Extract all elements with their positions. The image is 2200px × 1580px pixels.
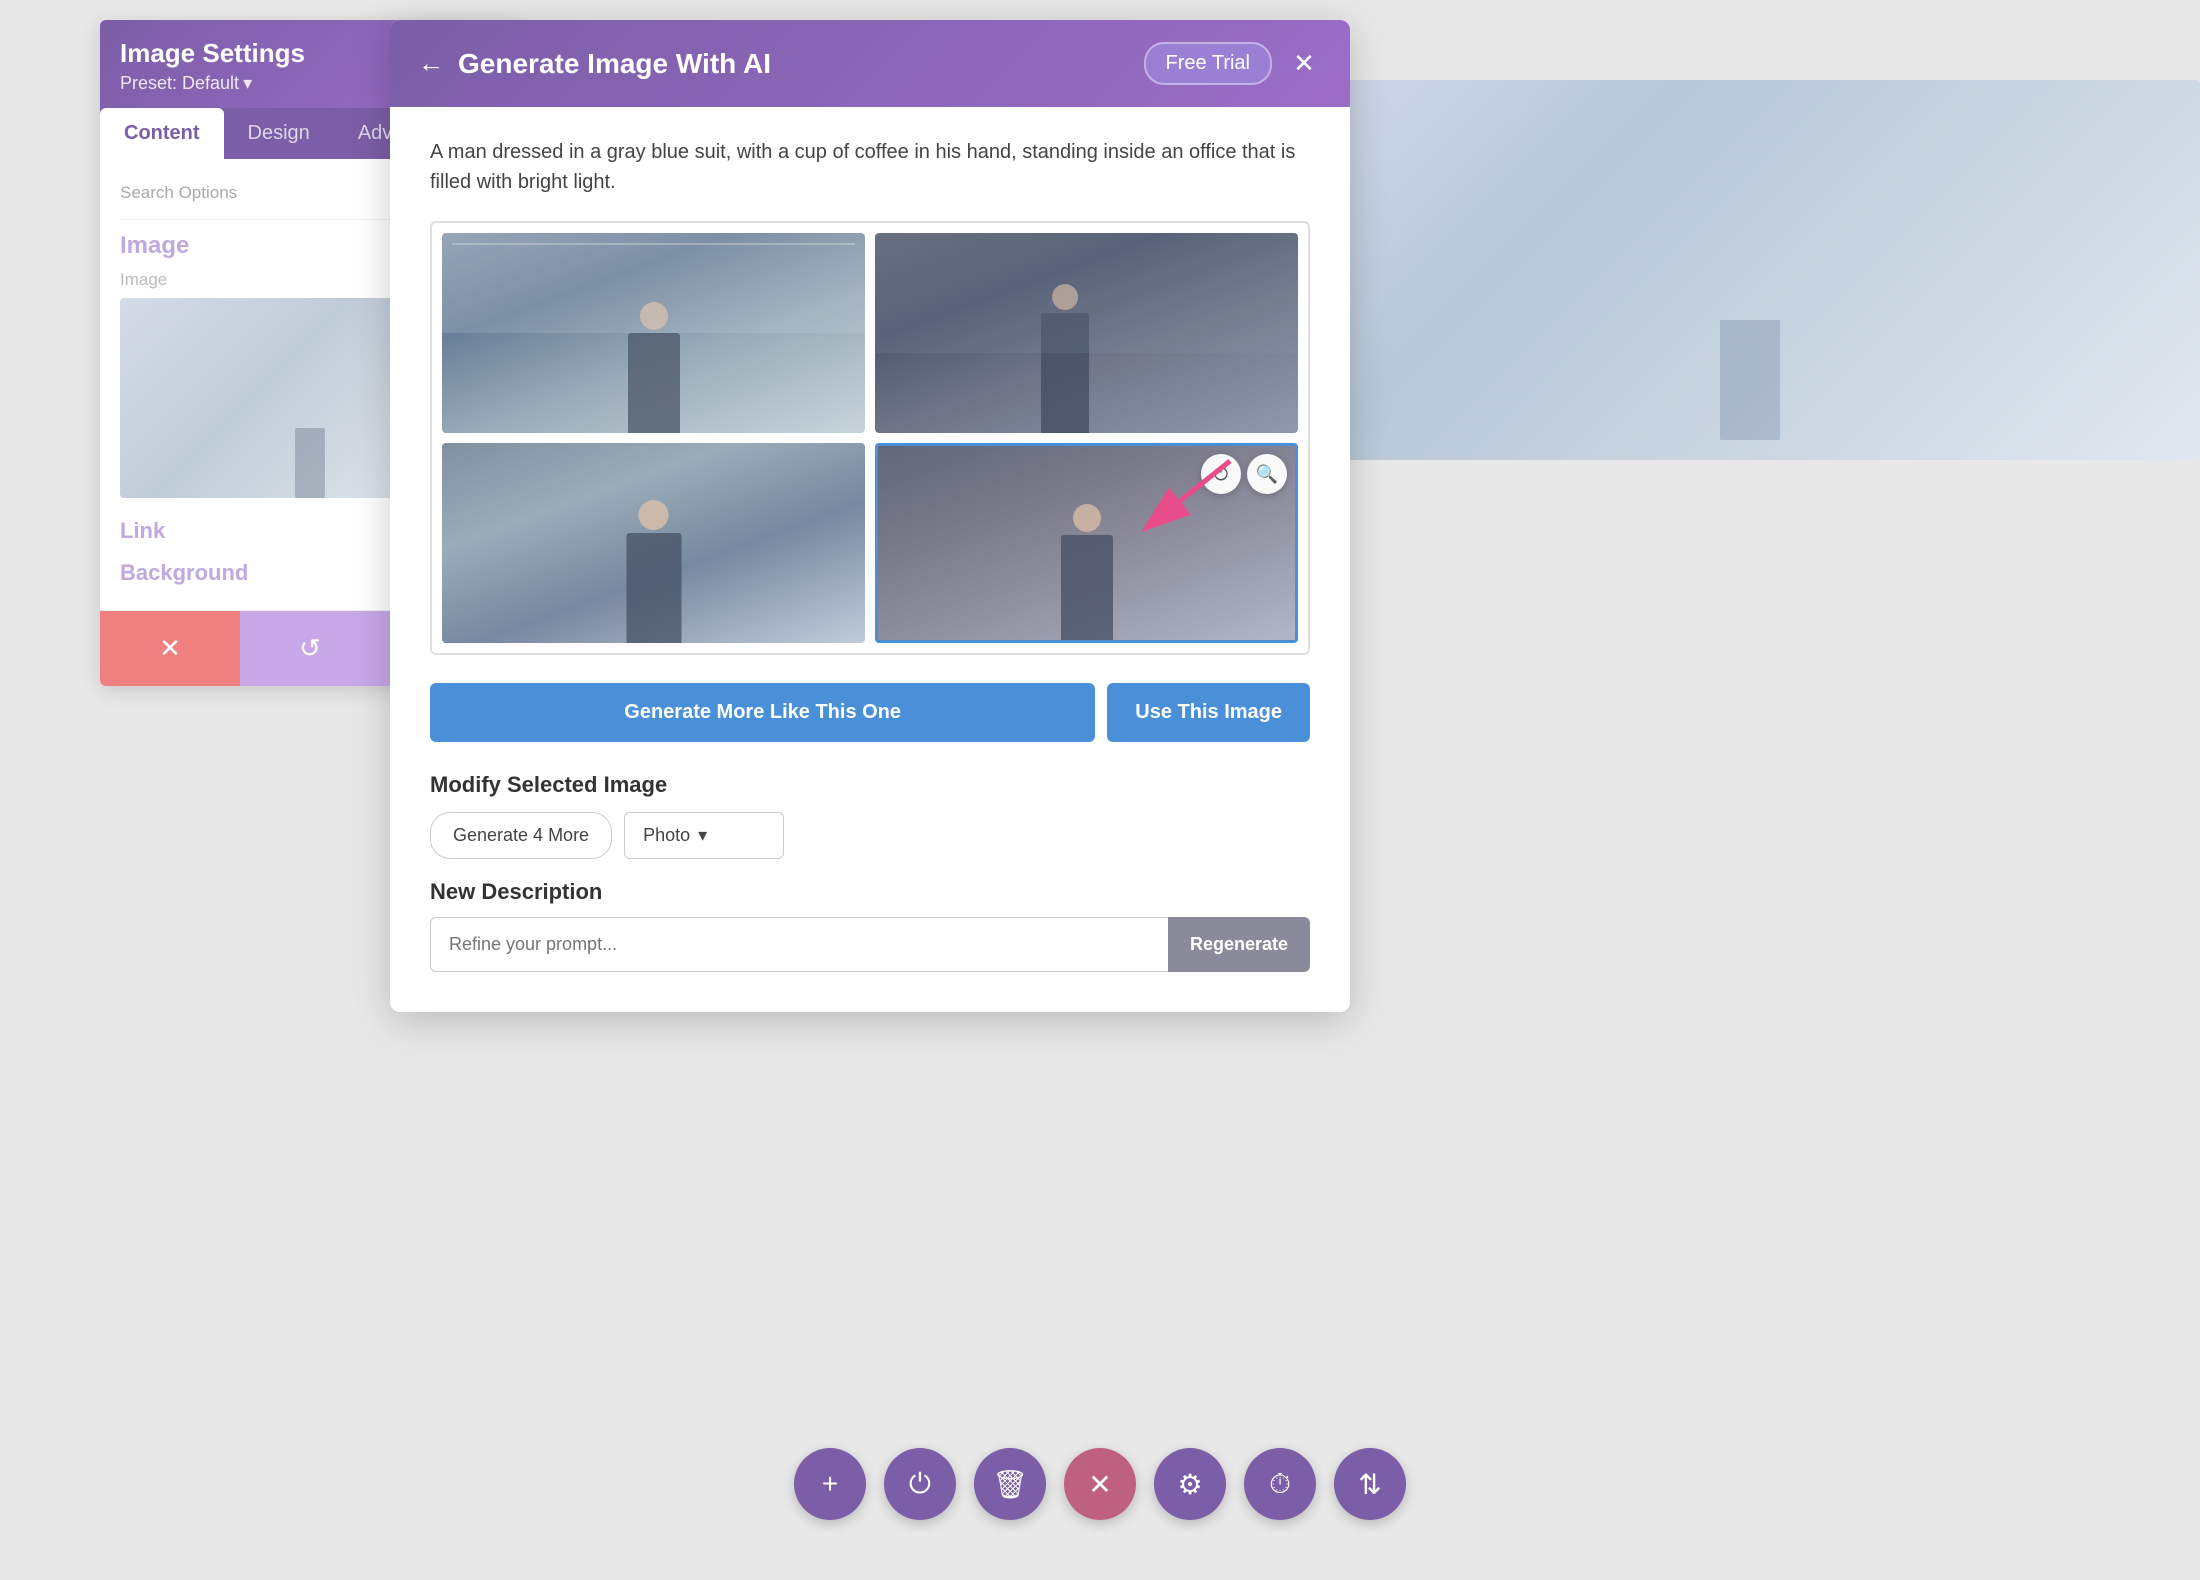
ai-modal: ← Generate Image With AI Free Trial ✕ A … — [390, 20, 1350, 1012]
reset-button[interactable]: ↺ — [240, 611, 380, 686]
modify-section: Modify Selected Image Generate 4 More Ph… — [430, 772, 1310, 859]
desc-input-row: Regenerate — [430, 917, 1310, 972]
modal-header: ← Generate Image With AI Free Trial ✕ — [390, 20, 1350, 107]
modal-body: A man dressed in a gray blue suit, with … — [390, 107, 1350, 1012]
toolbar-trash-button[interactable]: 🗑 — [974, 1448, 1046, 1520]
panel-preset[interactable]: Preset: Default ▾ — [120, 73, 305, 94]
toolbar-settings-button[interactable]: ⚙ — [1154, 1448, 1226, 1520]
photo-style-select[interactable]: Photo ▾ — [624, 812, 784, 859]
toolbar-history-button[interactable]: ⏱ — [1244, 1448, 1316, 1520]
toolbar-sliders-button[interactable]: ⇅ — [1334, 1448, 1406, 1520]
free-trial-badge[interactable]: Free Trial — [1144, 42, 1272, 85]
modify-controls: Generate 4 More Photo ▾ — [430, 812, 1310, 859]
modal-header-left: ← Generate Image With AI — [418, 48, 771, 80]
grid-image-3[interactable] — [442, 443, 865, 643]
modal-back-icon[interactable]: ← — [418, 48, 444, 79]
grid-image-4[interactable]: ⏻ 🔍 — [875, 443, 1298, 643]
grid-image-1[interactable] — [442, 233, 865, 433]
toolbar-close-button[interactable]: ✕ — [1064, 1448, 1136, 1520]
toolbar-add-button[interactable]: + — [794, 1448, 866, 1520]
use-this-image-button[interactable]: Use This Image — [1107, 683, 1310, 742]
zoom-image-icon-btn[interactable]: 🔍 — [1247, 454, 1287, 494]
background-office-image — [1300, 80, 2200, 460]
action-buttons: Generate More Like This One Use This Ima… — [430, 683, 1310, 742]
regenerate-button[interactable]: Regenerate — [1168, 917, 1310, 972]
modal-close-button[interactable]: ✕ — [1286, 46, 1322, 82]
generate-4-more-button[interactable]: Generate 4 More — [430, 812, 612, 859]
tab-content[interactable]: Content — [100, 108, 224, 159]
modal-grid-container: ⏻ 🔍 — [430, 221, 1310, 655]
use-image-icon-btn[interactable]: ⏻ — [1201, 454, 1241, 494]
tab-design[interactable]: Design — [224, 108, 334, 159]
bottom-toolbar: + ⏻ 🗑 ✕ ⚙ ⏱ ⇅ — [794, 1448, 1406, 1520]
new-desc-title: New Description — [430, 879, 1310, 905]
refine-prompt-input[interactable] — [430, 917, 1168, 972]
panel-title: Image Settings — [120, 38, 305, 69]
modify-title: Modify Selected Image — [430, 772, 1310, 798]
new-description-section: New Description Regenerate — [430, 879, 1310, 972]
panel-header-info: Image Settings Preset: Default ▾ — [120, 38, 305, 94]
image-overlay: ⏻ 🔍 — [1201, 454, 1287, 494]
prompt-text: A man dressed in a gray blue suit, with … — [430, 137, 1310, 197]
generate-more-button[interactable]: Generate More Like This One — [430, 683, 1095, 742]
grid-image-2[interactable] — [875, 233, 1298, 433]
modal-title: Generate Image With AI — [458, 48, 771, 80]
cancel-button[interactable]: ✕ — [100, 611, 240, 686]
image-grid: ⏻ 🔍 — [430, 221, 1310, 655]
modal-header-right: Free Trial ✕ — [1144, 42, 1322, 85]
toolbar-power-button[interactable]: ⏻ — [884, 1448, 956, 1520]
